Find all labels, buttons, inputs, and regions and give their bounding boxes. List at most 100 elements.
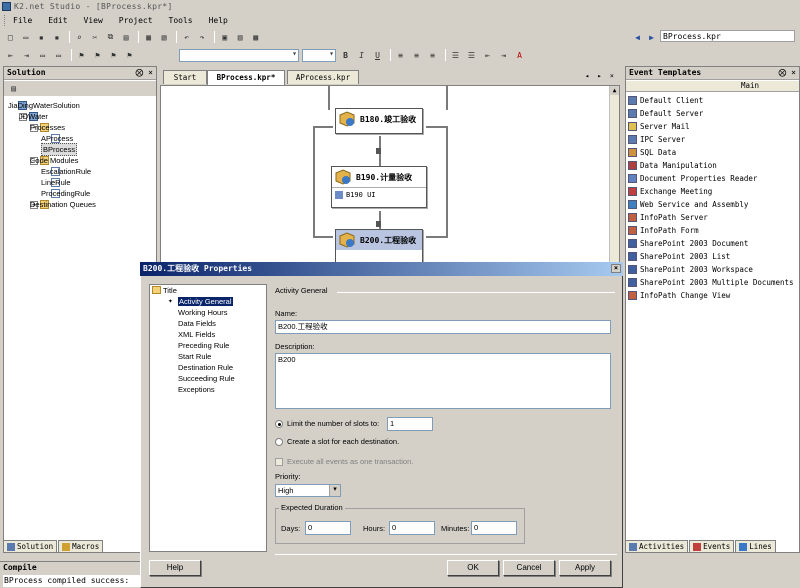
help-button[interactable]: Help: [149, 560, 201, 576]
find-icon[interactable]: ⌕: [73, 31, 86, 44]
dialog-close-button[interactable]: ×: [611, 264, 621, 273]
tab-bprocess[interactable]: BProcess.kpr*: [207, 70, 285, 85]
activity-node-event[interactable]: B190 UI: [332, 187, 426, 201]
properties-tree-item[interactable]: Preceding Rule: [150, 340, 266, 351]
font-color-icon[interactable]: A: [513, 49, 526, 62]
properties-tree-item[interactable]: Data Fields: [150, 318, 266, 329]
event-template-item[interactable]: SharePoint 2003 Multiple Documents: [626, 276, 799, 289]
properties-tree-item[interactable]: Succeeding Rule: [150, 373, 266, 384]
tab-activities[interactable]: Activities: [625, 540, 689, 553]
connection-handle[interactable]: [376, 221, 381, 227]
print-icon[interactable]: ▦: [142, 31, 155, 44]
event-template-item[interactable]: InfoPath Change View: [626, 289, 799, 302]
priority-select[interactable]: High ▾: [275, 484, 341, 497]
properties-tree-root[interactable]: Title: [150, 285, 266, 296]
tab-lines[interactable]: Lines: [735, 540, 776, 553]
compile-icon[interactable]: ▥: [234, 31, 247, 44]
open-icon[interactable]: ▭: [20, 31, 33, 44]
copy-icon[interactable]: ⧉: [104, 31, 117, 44]
export-icon[interactable]: ▣: [218, 31, 231, 44]
bookmark-icon[interactable]: ⚑: [75, 49, 88, 62]
activity-node-b190[interactable]: B190.计量验收 B190 UI: [331, 166, 427, 208]
apply-button[interactable]: Apply: [559, 560, 611, 576]
tab-macros[interactable]: Macros: [58, 540, 104, 553]
connection-handle[interactable]: [376, 148, 381, 154]
align-right-icon[interactable]: ≡: [426, 49, 439, 62]
italic-icon[interactable]: I: [355, 49, 368, 62]
activity-node-b180[interactable]: B180.竣工验收: [335, 108, 423, 134]
redo-icon[interactable]: ↷: [196, 31, 209, 44]
paste-icon[interactable]: ▤: [120, 31, 133, 44]
days-field[interactable]: 0: [305, 521, 351, 535]
name-field[interactable]: B200.工程验收: [275, 320, 611, 334]
event-template-item[interactable]: SQL Data: [626, 146, 799, 159]
bookmark-next-icon[interactable]: ⚑: [107, 49, 120, 62]
slots-count-field[interactable]: 1: [387, 417, 433, 431]
event-template-item[interactable]: SharePoint 2003 Workspace: [626, 263, 799, 276]
tab-events[interactable]: Events: [689, 540, 735, 553]
tree-item[interactable]: − JDWater: [4, 111, 156, 122]
tree-item[interactable]: ProcedingRule: [4, 188, 156, 199]
tab-solution[interactable]: Solution: [3, 540, 58, 553]
hours-field[interactable]: 0: [389, 521, 435, 535]
properties-tree-item[interactable]: Exceptions: [150, 384, 266, 395]
event-templates-column-header[interactable]: Main: [626, 81, 799, 92]
chevron-down-icon[interactable]: ▾: [329, 485, 340, 496]
tree-item[interactable]: LineRule: [4, 177, 156, 188]
increase-indent-icon[interactable]: ⇥: [497, 49, 510, 62]
numbering-icon[interactable]: ☰: [465, 49, 478, 62]
event-template-item[interactable]: IPC Server: [626, 133, 799, 146]
tree-item[interactable]: + Destination Queues: [4, 199, 156, 210]
menu-view[interactable]: View: [82, 16, 105, 25]
tree-item[interactable]: − Code Modules: [4, 155, 156, 166]
event-templates-controls[interactable]: ⨂ ×: [778, 67, 796, 79]
bullets-icon[interactable]: ☰: [449, 49, 462, 62]
properties-tree-item[interactable]: Start Rule: [150, 351, 266, 362]
back-icon[interactable]: ◀: [632, 31, 643, 44]
tab-start[interactable]: Start: [163, 70, 207, 84]
menu-help[interactable]: Help: [207, 16, 230, 25]
event-template-item[interactable]: Default Server: [626, 107, 799, 120]
limit-slots-radio[interactable]: [275, 420, 283, 428]
tree-item[interactable]: JiaDingWaterSolution: [4, 100, 156, 111]
properties-icon[interactable]: ▤: [7, 82, 20, 95]
event-template-item[interactable]: Exchange Meeting: [626, 185, 799, 198]
uncomment-icon[interactable]: ▭: [52, 49, 65, 62]
tree-item[interactable]: AProcess: [4, 133, 156, 144]
scroll-up-icon[interactable]: ▲: [610, 86, 619, 95]
tree-item[interactable]: − Processes: [4, 122, 156, 133]
bookmark-clear-icon[interactable]: ⚑: [123, 49, 136, 62]
menu-edit[interactable]: Edit: [46, 16, 69, 25]
properties-tree-item[interactable]: XML Fields: [150, 329, 266, 340]
decrease-indent-icon[interactable]: ⇤: [481, 49, 494, 62]
indent-icon[interactable]: ⇥: [20, 49, 33, 62]
document-tab-controls[interactable]: ◂ ▸ ×: [585, 72, 616, 80]
undo-icon[interactable]: ↶: [180, 31, 193, 44]
description-field[interactable]: B200: [275, 353, 611, 409]
tree-item[interactable]: BProcess: [4, 143, 156, 156]
bookmark-prev-icon[interactable]: ⚑: [91, 49, 104, 62]
event-template-item[interactable]: InfoPath Server: [626, 211, 799, 224]
menu-file[interactable]: File: [11, 16, 34, 25]
activity-node-b200[interactable]: B200.工程验收: [335, 229, 423, 262]
event-template-item[interactable]: Data Manipulation: [626, 159, 799, 172]
forward-icon[interactable]: ▶: [646, 31, 657, 44]
process-designer-canvas[interactable]: B180.竣工验收 B190.计量验收 B190 UI B200.工程验收 ▲: [160, 85, 620, 263]
cancel-button[interactable]: Cancel: [503, 560, 555, 576]
save-icon[interactable]: ▪: [35, 31, 48, 44]
tree-item[interactable]: EscalationRule: [4, 166, 156, 177]
properties-tree-item[interactable]: Working Hours: [150, 307, 266, 318]
event-template-item[interactable]: SharePoint 2003 Document: [626, 237, 799, 250]
underline-icon[interactable]: U: [371, 49, 384, 62]
outdent-icon[interactable]: ⇤: [4, 49, 17, 62]
event-template-item[interactable]: Web Service and Assembly: [626, 198, 799, 211]
event-template-item[interactable]: SharePoint 2003 List: [626, 250, 799, 263]
event-template-item[interactable]: InfoPath Form: [626, 224, 799, 237]
bold-icon[interactable]: B: [339, 49, 352, 62]
menu-tools[interactable]: Tools: [167, 16, 195, 25]
save-all-icon[interactable]: ▪: [51, 31, 64, 44]
menu-project[interactable]: Project: [117, 16, 155, 25]
align-center-icon[interactable]: ≡: [410, 49, 423, 62]
create-slot-radio[interactable]: [275, 438, 283, 446]
deploy-icon[interactable]: ▩: [249, 31, 262, 44]
